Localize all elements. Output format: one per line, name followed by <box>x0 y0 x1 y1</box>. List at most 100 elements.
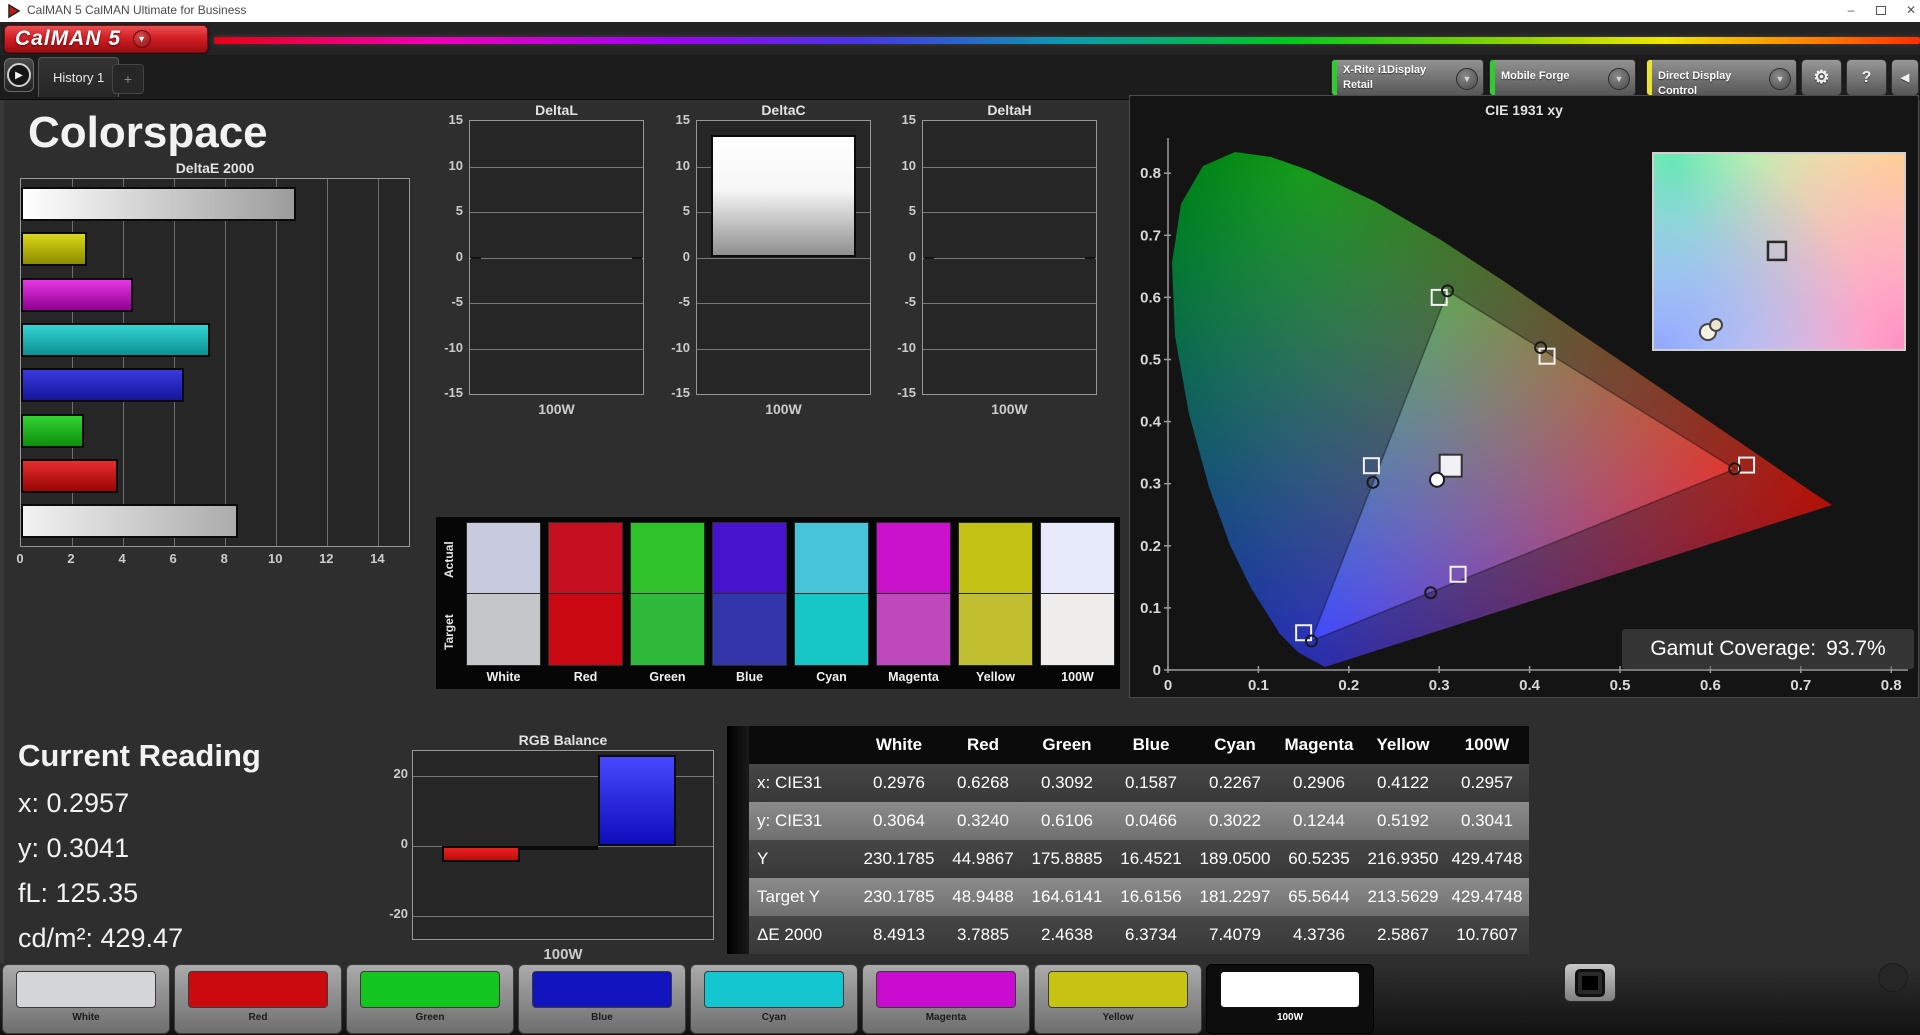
column-header-white: White <box>857 735 941 755</box>
patch-button-yellow[interactable]: Yellow <box>1034 964 1202 1034</box>
patch-swatch <box>532 971 672 1008</box>
inset-measured-marker <box>1710 319 1722 331</box>
table-cell: 181.2297 <box>1193 887 1277 907</box>
tab-scroll-button[interactable]: ▶ <box>4 58 34 92</box>
patch-label: Magenta <box>863 1012 1029 1023</box>
deltae-bar-white <box>21 504 238 538</box>
gridline <box>327 179 328 546</box>
display-control-status-indicator <box>1647 60 1652 95</box>
patch-button-red[interactable]: Red <box>174 964 342 1034</box>
cie-1931-panel: CIE 1931 xy <box>1129 95 1919 698</box>
app-logo-icon <box>6 3 22 19</box>
disabled-indicator <box>1878 963 1908 992</box>
table-cell: 0.3022 <box>1193 811 1277 831</box>
gridline <box>378 179 379 546</box>
gridline <box>923 212 1096 213</box>
table-cell: 0.2976 <box>857 773 941 793</box>
add-tab-button[interactable]: + <box>112 64 144 94</box>
patch-label: Red <box>175 1012 341 1023</box>
y-tick-label: 10 <box>656 158 690 173</box>
tab-history-1[interactable]: History 1 <box>38 57 119 97</box>
patch-swatch <box>188 971 328 1008</box>
rgb-bar-red <box>442 846 520 862</box>
y-tick-label: 15 <box>882 112 916 127</box>
patch-swatch <box>876 971 1016 1008</box>
table-cell: 10.7607 <box>1445 925 1529 945</box>
deltae-bar-magenta <box>21 278 133 312</box>
swatch-label: Red <box>548 670 623 684</box>
table-cell: 16.6156 <box>1109 887 1193 907</box>
row-label: Y <box>749 849 857 869</box>
table-cell: 0.6106 <box>1025 811 1109 831</box>
maximize-button[interactable] <box>1866 0 1896 22</box>
delta-chart-deltah: DeltaH151050-5-10-15100W <box>922 100 1097 420</box>
pattern-window-button[interactable] <box>1564 963 1616 1002</box>
actual-swatch <box>876 522 951 594</box>
y-tick-label: 0.8 <box>1140 165 1161 182</box>
table-cell: 230.1785 <box>857 849 941 869</box>
gridline <box>470 212 643 213</box>
rgb-balance-title: RGB Balance <box>412 732 714 748</box>
patch-button-100w[interactable]: 100W <box>1206 964 1374 1034</box>
patch-button-blue[interactable]: Blue <box>518 964 686 1034</box>
chevron-down-icon: ▼ <box>133 30 151 48</box>
deltae-bar-green <box>21 414 84 448</box>
x-tick-label: 0.3 <box>1429 677 1450 694</box>
settings-button[interactable]: ⚙ <box>1801 59 1842 96</box>
display-control-dropdown[interactable]: Direct Display Control ▼ <box>1646 59 1797 96</box>
x-tick-label: 0.2 <box>1338 677 1359 694</box>
pattern-window-icon <box>1575 969 1605 997</box>
table-cell: 44.9867 <box>941 849 1025 869</box>
meter-dropdown[interactable]: X-Rite i1Display Retail LCD (LED) ▼ <box>1331 59 1484 96</box>
patch-label: Green <box>347 1012 513 1023</box>
table-cell: 0.2906 <box>1277 773 1361 793</box>
cie-y-tick-labels: 0.80.70.60.50.40.30.20.10 <box>1140 165 1171 679</box>
y-tick-label: -10 <box>882 340 916 355</box>
table-cell: 16.4521 <box>1109 849 1193 869</box>
chevron-down-icon: ▼ <box>1456 68 1478 90</box>
y-tick-label: -10 <box>429 340 463 355</box>
row-label: x: CIE31 <box>749 773 857 793</box>
gridline <box>697 258 870 259</box>
table-cell: 0.5192 <box>1361 811 1445 831</box>
swatch-label: Green <box>630 670 705 684</box>
y-tick-label: 0 <box>1153 662 1161 679</box>
table-header-row: WhiteRedGreenBlueCyanMagentaYellow100W <box>749 726 1529 764</box>
y-tick-label: -5 <box>656 294 690 309</box>
x-axis-label: 100W <box>412 946 714 963</box>
measured-marker-white <box>1430 473 1444 487</box>
gamut-coverage-value: 93.7% <box>1826 637 1886 661</box>
y-tick-label: 10 <box>429 158 463 173</box>
minimize-button[interactable]: – <box>1836 0 1866 22</box>
calman-logo-text: CalMAN 5 <box>15 27 121 51</box>
gridline <box>225 179 226 546</box>
patch-swatch <box>360 971 500 1008</box>
gridline <box>276 179 277 546</box>
delta-bar <box>711 135 856 258</box>
patch-button-cyan[interactable]: Cyan <box>690 964 858 1034</box>
table-cell: 429.4748 <box>1445 887 1529 907</box>
table-cell: 429.4748 <box>1445 849 1529 869</box>
gridline <box>697 303 870 304</box>
meter-line1: X-Rite i1Display Retail <box>1343 63 1457 93</box>
help-button[interactable]: ? <box>1846 59 1887 96</box>
table-cell: 8.4913 <box>857 925 941 945</box>
source-dropdown[interactable]: Mobile Forge ▼ <box>1489 59 1636 96</box>
x-axis-label: 100W <box>922 401 1097 417</box>
column-header-magenta: Magenta <box>1277 735 1361 755</box>
patch-button-white[interactable]: White <box>2 964 170 1034</box>
main-content: Colorspace DeltaE 2000 02468101214 Delta… <box>0 100 1920 963</box>
zero-tick <box>632 257 642 259</box>
y-tick-label: -15 <box>656 385 690 400</box>
close-button[interactable]: ✕ <box>1896 0 1920 22</box>
y-tick-label: -20 <box>368 906 408 921</box>
brand-bar: CalMAN 5 ▼ <box>0 22 1920 55</box>
patch-button-green[interactable]: Green <box>346 964 514 1034</box>
table-cell: 0.1587 <box>1109 773 1193 793</box>
tab-bar: ▶ History 1 + X-Rite i1Display Retail LC… <box>0 55 1920 100</box>
swatch-column-100w: 100W <box>1040 522 1115 684</box>
calman-logo-button[interactable]: CalMAN 5 ▼ <box>4 25 208 53</box>
swatch-column-green: Green <box>630 522 705 684</box>
patch-button-magenta[interactable]: Magenta <box>862 964 1030 1034</box>
collapse-panel-button[interactable]: ◀ <box>1891 59 1919 96</box>
